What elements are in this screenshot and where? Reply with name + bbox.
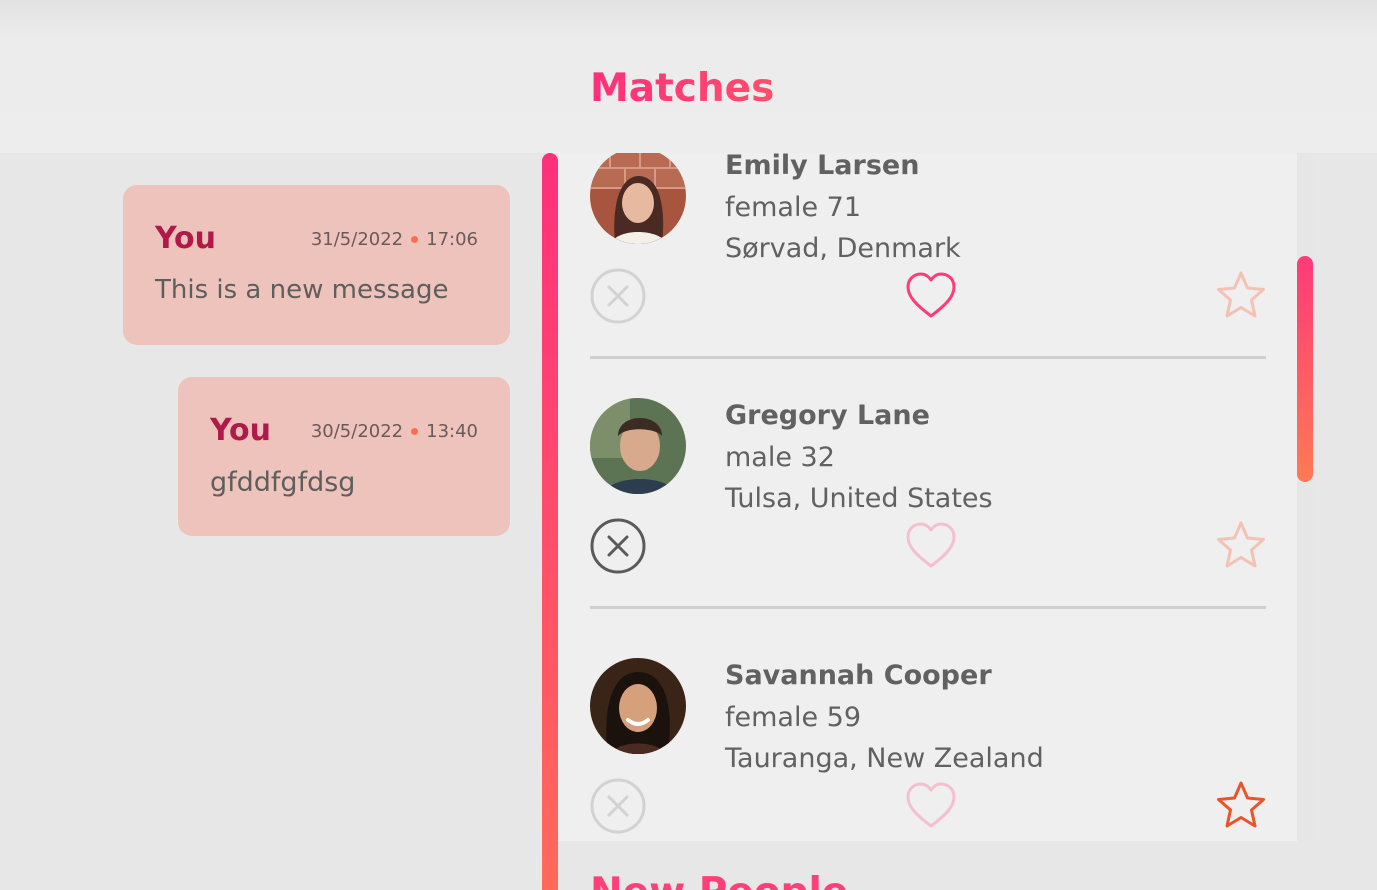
favorite-button[interactable] — [1213, 268, 1269, 324]
section-heading: New People — [590, 870, 848, 890]
reject-button[interactable] — [590, 518, 646, 574]
favorite-button[interactable] — [1213, 518, 1269, 574]
scrollbar-thumb[interactable] — [1297, 256, 1313, 482]
panel-divider — [542, 153, 558, 890]
match-name[interactable]: Gregory Lane — [725, 400, 930, 431]
top-header: Matches — [0, 0, 1377, 153]
favorite-button[interactable] — [1213, 778, 1269, 834]
match-name[interactable]: Emily Larsen — [725, 153, 919, 181]
like-button[interactable] — [903, 268, 959, 324]
match-location: Sørvad, Denmark — [725, 233, 961, 264]
close-circle-icon — [590, 518, 646, 574]
heart-icon — [906, 272, 956, 318]
like-button[interactable] — [903, 778, 959, 834]
message-date: 30/5/2022 — [310, 421, 404, 442]
match-separator — [590, 356, 1266, 359]
avatar[interactable] — [590, 658, 686, 754]
matches-list[interactable]: Emily Larsen female 71 Sørvad, Denmark G… — [558, 153, 1313, 841]
match-gender-age: male 32 — [725, 442, 835, 473]
message-author: You — [155, 221, 216, 256]
message-bubble[interactable]: You 30/5/2022 13:40 gfddfgfdsg — [178, 377, 510, 536]
heart-icon — [906, 782, 956, 828]
message-text: gfddfgfdsg — [210, 467, 356, 498]
match-card: Gregory Lane male 32 Tulsa, United State… — [590, 398, 1266, 659]
match-separator — [590, 606, 1266, 609]
heart-icon — [906, 522, 956, 568]
message-author: You — [210, 413, 271, 448]
close-circle-icon — [590, 778, 646, 834]
message-bubble[interactable]: You 31/5/2022 17:06 This is a new messag… — [123, 185, 510, 345]
match-location: Tauranga, New Zealand — [725, 743, 1044, 774]
page-title: Matches — [590, 66, 775, 111]
avatar[interactable] — [590, 153, 686, 244]
close-circle-icon — [590, 268, 646, 324]
message-time: 13:40 — [426, 421, 478, 442]
match-gender-age: female 71 — [725, 192, 862, 223]
message-timestamp: 31/5/2022 17:06 — [311, 229, 478, 250]
star-icon — [1217, 521, 1265, 568]
dot-separator — [411, 236, 419, 243]
match-gender-age: female 59 — [725, 702, 862, 733]
message-time: 17:06 — [426, 229, 478, 250]
match-card: Savannah Cooper female 59 Tauranga, New … — [590, 658, 1266, 841]
star-icon — [1217, 271, 1265, 318]
reject-button[interactable] — [590, 268, 646, 324]
match-card: Emily Larsen female 71 Sørvad, Denmark — [590, 153, 1266, 409]
match-location: Tulsa, United States — [725, 483, 993, 514]
message-text: This is a new message — [155, 275, 449, 305]
message-timestamp: 30/5/2022 13:40 — [311, 421, 478, 442]
message-date: 31/5/2022 — [310, 229, 404, 250]
avatar[interactable] — [590, 398, 686, 494]
match-name[interactable]: Savannah Cooper — [725, 660, 992, 691]
reject-button[interactable] — [590, 778, 646, 834]
star-icon — [1217, 781, 1265, 828]
like-button[interactable] — [903, 518, 959, 574]
dot-separator — [411, 428, 419, 435]
